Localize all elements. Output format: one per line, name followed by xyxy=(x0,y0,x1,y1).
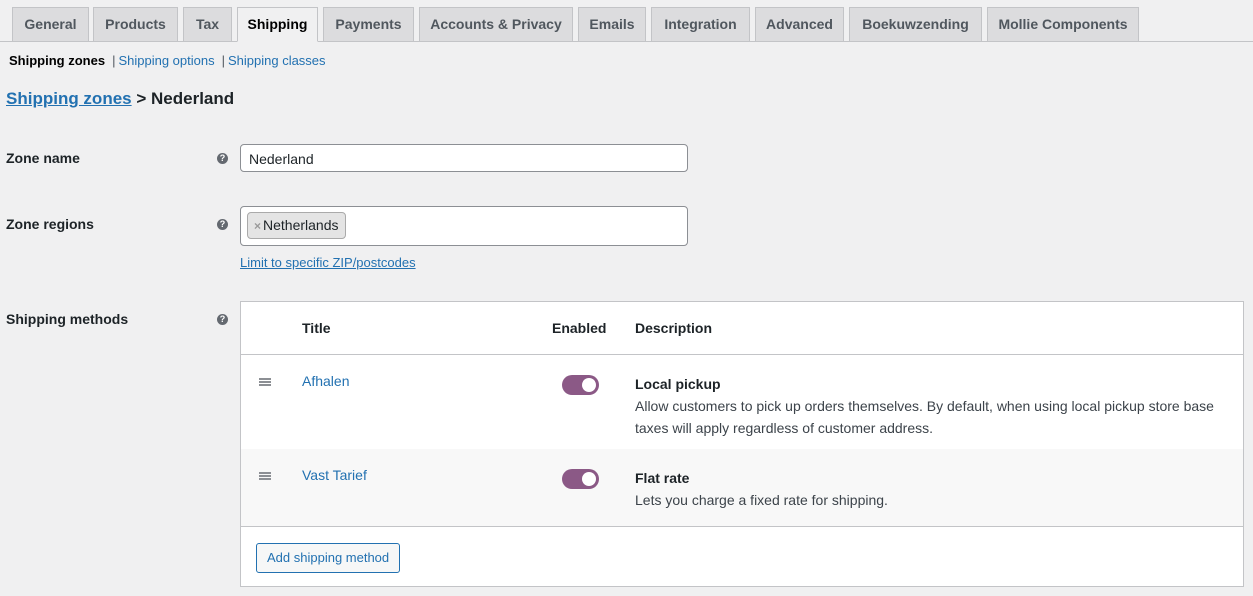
breadcrumb-separator: > xyxy=(136,89,147,108)
method-description-text: Lets you charge a fixed rate for shippin… xyxy=(635,492,888,508)
tab-tax[interactable]: Tax xyxy=(183,7,232,42)
breadcrumb-shipping-zones-link[interactable]: Shipping zones xyxy=(6,89,132,108)
breadcrumb-current: Nederland xyxy=(151,89,235,108)
help-icon[interactable]: ? xyxy=(217,153,228,164)
method-type: Flat rate xyxy=(635,470,690,486)
method-title-link[interactable]: Vast Tarief xyxy=(302,467,367,483)
method-title-link[interactable]: Afhalen xyxy=(302,373,349,389)
method-description: Local pickup Allow customers to pick up o… xyxy=(635,373,1225,439)
zone-name-input[interactable]: Nederland xyxy=(240,144,688,172)
separator: | xyxy=(221,53,225,68)
drag-handle-icon[interactable] xyxy=(259,472,271,480)
tab-mollie-components[interactable]: Mollie Components xyxy=(987,7,1139,42)
table-row: Vast Tarief Flat rate Lets you charge a f… xyxy=(241,449,1243,527)
tab-integration[interactable]: Integration xyxy=(651,7,750,42)
zone-regions-input[interactable]: × Netherlands xyxy=(240,206,688,246)
method-description: Flat rate Lets you charge a fixed rate fo… xyxy=(635,467,1225,511)
header-description: Description xyxy=(635,320,713,336)
help-icon[interactable]: ? xyxy=(217,219,228,230)
sub-navigation: Shipping zones | Shipping options | Shipping… xyxy=(9,53,326,68)
help-icon[interactable]: ? xyxy=(217,314,228,325)
separator: | xyxy=(112,53,116,68)
method-type: Local pickup xyxy=(635,376,721,392)
shipping-methods-label: Shipping methods xyxy=(6,311,129,327)
tab-shipping[interactable]: Shipping xyxy=(237,7,318,42)
table-header: Title Enabled Description xyxy=(241,302,1243,355)
drag-handle-icon[interactable] xyxy=(259,378,271,386)
header-title: Title xyxy=(302,320,331,336)
limit-postcodes-link[interactable]: Limit to specific ZIP/postcodes xyxy=(240,255,416,270)
method-description-text: Allow customers to pick up orders themse… xyxy=(635,398,1214,436)
tab-advanced[interactable]: Advanced xyxy=(755,7,844,42)
enabled-toggle[interactable] xyxy=(562,375,599,395)
table-row: Afhalen Local pickup Allow customers to p… xyxy=(241,355,1243,449)
tab-payments[interactable]: Payments xyxy=(323,7,414,42)
tab-accounts-privacy[interactable]: Accounts & Privacy xyxy=(419,7,573,42)
zone-name-label: Zone name xyxy=(6,150,80,166)
subnav-shipping-options[interactable]: Shipping options xyxy=(118,53,214,68)
add-shipping-method-button[interactable]: Add shipping method xyxy=(256,543,401,573)
enabled-toggle[interactable] xyxy=(562,469,599,489)
shipping-methods-table: Title Enabled Description Afhalen Local … xyxy=(240,301,1244,587)
breadcrumb: Shipping zones > Nederland xyxy=(6,89,234,109)
subnav-shipping-zones[interactable]: Shipping zones xyxy=(9,53,105,68)
header-enabled: Enabled xyxy=(552,320,607,336)
remove-chip-icon[interactable]: × xyxy=(254,219,261,233)
tab-general[interactable]: General xyxy=(12,7,89,42)
chip-label: Netherlands xyxy=(263,217,339,233)
region-chip-netherlands: × Netherlands xyxy=(247,212,346,239)
tab-emails[interactable]: Emails xyxy=(578,7,646,42)
zone-regions-label: Zone regions xyxy=(6,216,94,232)
tab-boekuwzending[interactable]: Boekuwzending xyxy=(849,7,982,42)
settings-tabs: General Products Tax Shipping Payments A… xyxy=(0,7,1253,42)
subnav-shipping-classes[interactable]: Shipping classes xyxy=(228,53,326,68)
tab-products[interactable]: Products xyxy=(93,7,178,42)
